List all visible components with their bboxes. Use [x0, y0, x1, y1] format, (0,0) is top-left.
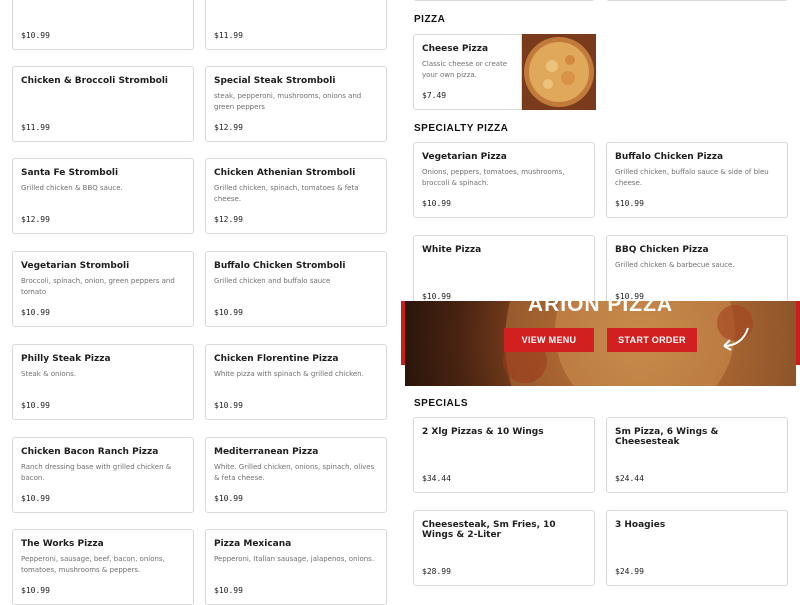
- banner-accent-right: [796, 301, 800, 365]
- menu-item-card[interactable]: 3 Hoagies $24.99: [606, 510, 788, 586]
- menu-item-card[interactable]: Chicken Athenian Stromboli Grilled chicke…: [205, 158, 387, 234]
- menu-item-card[interactable]: Sm Pizza, 6 Wings & Cheesesteak $24.44: [606, 417, 788, 493]
- item-name: Buffalo Chicken Stromboli: [214, 261, 346, 271]
- item-price: $10.99: [21, 401, 50, 410]
- item-name: Sm Pizza, 6 Wings & Cheesesteak: [615, 427, 719, 447]
- menu-item-card[interactable]: Philly Steak Pizza Steak & onions. $10.99: [12, 344, 194, 420]
- item-description: Pepperoni, Italian sausage, jalapenos, o…: [214, 555, 375, 563]
- menu-item-card[interactable]: The Works Pizza Pepperoni, sausage, beef,…: [12, 529, 194, 605]
- curved-arrow-icon: [723, 327, 749, 351]
- menu-item-card[interactable]: Special Steak Stromboli steak, pepperoni,…: [205, 66, 387, 142]
- section-title-specials: SPECIALS: [414, 398, 469, 409]
- item-price: $12.99: [21, 215, 50, 224]
- item-price: $10.99: [214, 308, 243, 317]
- item-description: Grilled chicken & BBQ sauce.: [21, 184, 123, 192]
- item-price: $12.99: [214, 215, 243, 224]
- menu-item-card[interactable]: Mediterranean Pizza White. Grilled chicke…: [205, 437, 387, 513]
- item-description: Onions, peppers, tomatoes, mushrooms, br…: [422, 168, 565, 187]
- menu-item-card[interactable]: Pizza Mexicana Pepperoni, Italian sausage…: [205, 529, 387, 605]
- item-name: 3 Hoagies: [615, 520, 666, 530]
- item-price: $11.99: [21, 123, 50, 132]
- item-description: Grilled chicken & barbecue sauce.: [615, 261, 735, 269]
- item-price: $34.44: [422, 474, 451, 483]
- start-order-button[interactable]: START ORDER: [607, 328, 697, 352]
- item-description: Broccoli, spinach, onion, green peppers …: [21, 277, 175, 296]
- menu-item-card[interactable]: 2 Xlg Pizzas & 10 Wings $34.44: [413, 417, 595, 493]
- menu-item-card[interactable]: $10.99: [12, 0, 194, 50]
- section-title-pizza: PIZZA: [414, 14, 446, 25]
- item-description: Grilled chicken, buffalo sauce & side of…: [615, 168, 769, 187]
- item-name: Vegetarian Stromboli: [21, 261, 130, 271]
- hero-banner: ARION PIZZA VIEW MENU START ORDER: [405, 301, 796, 386]
- section-title-specialty: SPECIALTY PIZZA: [414, 123, 509, 134]
- item-price: $10.99: [214, 586, 243, 595]
- item-name: Philly Steak Pizza: [21, 354, 111, 364]
- item-name: Cheesesteak, Sm Fries, 10 Wings & 2-Lite…: [422, 520, 556, 540]
- item-name: BBQ Chicken Pizza: [615, 245, 709, 255]
- item-name: Pizza Mexicana: [214, 539, 292, 549]
- item-description: Steak & onions.: [21, 370, 77, 378]
- item-name: Santa Fe Stromboli: [21, 168, 119, 178]
- menu-item-card[interactable]: Santa Fe Stromboli Grilled chicken & BBQ …: [12, 158, 194, 234]
- item-price: $10.99: [214, 401, 243, 410]
- item-description: Classic cheese or create your own pizza.: [422, 60, 508, 79]
- item-price: $10.99: [615, 292, 644, 301]
- item-price: $24.44: [615, 474, 644, 483]
- menu-item-card[interactable]: Chicken Florentine Pizza White pizza with…: [205, 344, 387, 420]
- banner-title: ARION PIZZA: [527, 301, 674, 316]
- cheese-pizza-image: [521, 34, 596, 110]
- item-name: Mediterranean Pizza: [214, 447, 319, 457]
- item-price: $10.99: [214, 494, 243, 503]
- item-price: $10.99: [21, 31, 50, 40]
- menu-item-card[interactable]: Vegetarian Stromboli Broccoli, spinach, o…: [12, 251, 194, 327]
- item-description: White pizza with spinach & grilled chick…: [214, 370, 364, 378]
- menu-item-card[interactable]: BBQ Chicken Pizza Grilled chicken & barbe…: [606, 235, 788, 311]
- item-price: $28.99: [422, 567, 451, 576]
- item-name: White Pizza: [422, 245, 482, 255]
- menu-item-card[interactable]: White Pizza $10.99: [413, 235, 595, 311]
- item-description: Pepperoni, sausage, beef, bacon, onions,…: [21, 555, 165, 574]
- menu-item-card[interactable]: [413, 0, 595, 1]
- item-name: Vegetarian Pizza: [422, 152, 507, 162]
- item-description: Grilled chicken and buffalo sauce: [214, 277, 331, 285]
- menu-item-card[interactable]: Chicken & Broccoli Stromboli $11.99: [12, 66, 194, 142]
- menu-item-card[interactable]: [606, 0, 788, 1]
- item-price: $10.99: [422, 292, 451, 301]
- item-price: $10.99: [21, 586, 50, 595]
- item-name: Special Steak Stromboli: [214, 76, 336, 86]
- item-description: Grilled chicken, spinach, tomatoes & fet…: [214, 184, 359, 203]
- item-description: Ranch dressing base with grilled chicken…: [21, 463, 172, 482]
- item-name: Chicken Florentine Pizza: [214, 354, 339, 364]
- menu-item-card[interactable]: Cheesesteak, Sm Fries, 10 Wings & 2-Lite…: [413, 510, 595, 586]
- menu-item-card[interactable]: Vegetarian Pizza Onions, peppers, tomatoe…: [413, 142, 595, 218]
- item-description: steak, pepperoni, mushrooms, onions and …: [214, 92, 362, 111]
- item-price: $10.99: [21, 308, 50, 317]
- item-price: $12.99: [214, 123, 243, 132]
- view-menu-button[interactable]: VIEW MENU: [504, 328, 594, 352]
- item-description: White. Grilled chicken, onions, spinach,…: [214, 463, 375, 482]
- item-name: Chicken Bacon Ranch Pizza: [21, 447, 159, 457]
- item-price: $10.99: [21, 494, 50, 503]
- item-name: 2 Xlg Pizzas & 10 Wings: [422, 427, 544, 437]
- menu-item-card[interactable]: $11.99: [205, 0, 387, 50]
- item-name: Cheese Pizza: [422, 44, 489, 54]
- item-name: The Works Pizza: [21, 539, 104, 549]
- item-price: $11.99: [214, 31, 243, 40]
- item-price: $7.49: [422, 91, 447, 100]
- item-price: $10.99: [615, 199, 644, 208]
- item-price: $10.99: [422, 199, 451, 208]
- menu-item-card[interactable]: Buffalo Chicken Stromboli Grilled chicken…: [205, 251, 387, 327]
- item-name: Chicken & Broccoli Stromboli: [21, 76, 169, 86]
- item-price: $24.99: [615, 567, 644, 576]
- item-name: Buffalo Chicken Pizza: [615, 152, 724, 162]
- menu-item-card[interactable]: Buffalo Chicken Pizza Grilled chicken, bu…: [606, 142, 788, 218]
- menu-item-card[interactable]: Chicken Bacon Ranch Pizza Ranch dressing …: [12, 437, 194, 513]
- item-name: Chicken Athenian Stromboli: [214, 168, 356, 178]
